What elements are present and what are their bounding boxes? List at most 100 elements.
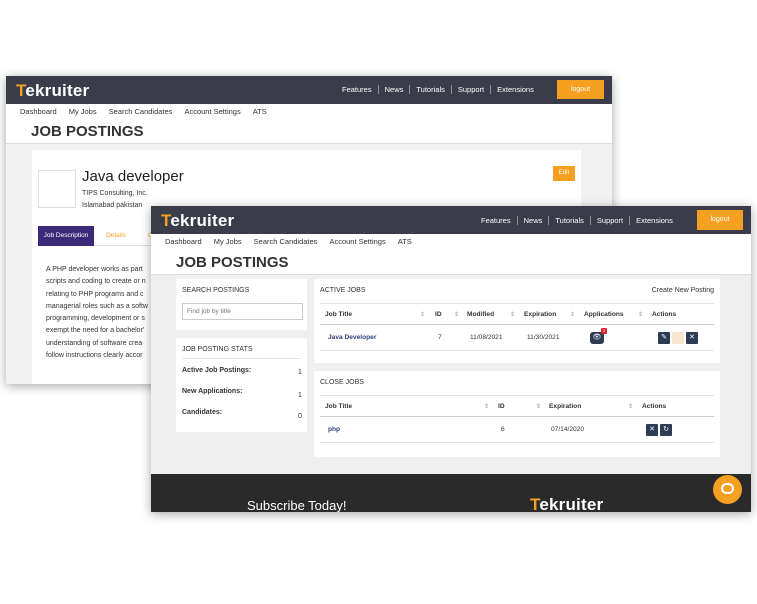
col-modified: Modified (467, 311, 495, 318)
subscribe-heading: Subscribe Today! (247, 498, 347, 512)
front-page-title: JOB POSTINGS (176, 254, 289, 271)
chat-bubble-icon (721, 483, 734, 494)
back-logo-rest: ekruiter (25, 81, 90, 100)
front-window: Tekruiter Features News Tutorials Suppor… (151, 206, 751, 512)
description-line: exempt the need for a bachelor' (46, 327, 145, 335)
sort-icon[interactable]: ⇕ (628, 403, 633, 410)
back-nav-tutorials[interactable]: Tutorials (410, 85, 452, 94)
back-edit-button[interactable]: Edit (553, 166, 575, 181)
back-logo-t: T (16, 81, 26, 100)
col-expiration: Expiration (524, 311, 557, 318)
close-jobs-title: CLOSE JOBS (320, 379, 364, 386)
front-logout-button[interactable]: logout (697, 210, 743, 230)
search-postings-title: SEARCH POSTINGS (182, 287, 250, 294)
back-nav-features[interactable]: Features (336, 85, 379, 94)
close-jobs-card: CLOSE JOBS Job Title ⇕ ID ⇕ Expiration ⇕… (314, 371, 720, 457)
back-page-header: JOB POSTINGS (6, 120, 612, 144)
front-subnav-ats[interactable]: ATS (398, 234, 412, 250)
back-logo: Tekruiter (16, 81, 89, 101)
active-job-modified: 11/08/2021 (470, 334, 503, 341)
description-line: understanding of software crea (46, 339, 143, 347)
description-line: scripts and coding to create or n (46, 278, 146, 286)
back-subnav-ats[interactable]: ATS (253, 104, 267, 120)
sort-icon[interactable]: ⇕ (420, 311, 425, 318)
search-postings-card: SEARCH POSTINGS (176, 279, 307, 330)
front-subnav-my-jobs[interactable]: My Jobs (214, 234, 242, 250)
back-logout-button[interactable]: logout (557, 80, 604, 99)
back-description: A PHP developer works as part scripts an… (46, 264, 148, 362)
active-job-id: 7 (438, 334, 442, 341)
footer-logo: Tekruiter (530, 495, 603, 512)
col-actions: Actions (652, 311, 677, 318)
col-id: ID (435, 311, 442, 318)
sort-icon[interactable]: ⇕ (454, 311, 459, 318)
back-subnav-my-jobs[interactable]: My Jobs (69, 104, 97, 120)
stat-active-value: 1 (298, 369, 302, 376)
sort-icon[interactable]: ⇕ (570, 311, 575, 318)
active-job-title-link[interactable]: Java Developer (328, 334, 376, 341)
back-nav-news[interactable]: News (379, 85, 411, 94)
col-applications: Applications (584, 311, 624, 318)
tab-details[interactable]: Details (94, 226, 138, 246)
active-job-expiration: 11/30/2021 (527, 334, 560, 341)
search-input[interactable] (182, 303, 303, 320)
close-job-button[interactable]: ✕ (686, 332, 698, 344)
footer-logo-t: T (530, 495, 540, 512)
applications-badge: 1 (601, 328, 607, 334)
reopen-job-button[interactable]: ↻ (660, 424, 672, 436)
description-line: programming, development or s (46, 315, 145, 323)
active-jobs-card: ACTIVE JOBS Create New Posting Job Title… (314, 279, 720, 363)
job-posting-stats-card: JOB POSTING STATS Active Job Postings: 1… (176, 338, 307, 432)
footer: Subscribe Today! Tekruiter (151, 474, 751, 512)
front-page-header: JOB POSTINGS (151, 250, 751, 275)
front-logo: Tekruiter (161, 211, 234, 231)
col-expiration: Expiration (549, 403, 582, 410)
tab-job-description[interactable]: Job Description (38, 226, 94, 246)
front-nav-extensions[interactable]: Extensions (630, 216, 679, 225)
back-job-title: Java developer (82, 168, 184, 185)
back-nav-support[interactable]: Support (452, 85, 492, 94)
stat-applications-label: New Applications: (182, 388, 243, 395)
closed-job-expiration: 07/14/2020 (551, 426, 585, 433)
front-nav-features[interactable]: Features (475, 216, 518, 225)
stat-applications-value: 1 (298, 392, 302, 399)
closed-job-title-link[interactable]: php (328, 426, 340, 433)
stat-active-label: Active Job Postings: (182, 367, 252, 374)
back-topbar: Tekruiter Features News Tutorials Suppor… (6, 76, 612, 104)
sort-icon[interactable]: ⇕ (638, 311, 643, 318)
front-nav-support[interactable]: Support (591, 216, 631, 225)
back-subnav-search-candidates[interactable]: Search Candidates (109, 104, 173, 120)
sort-icon[interactable]: ⇕ (510, 311, 515, 318)
col-job-title: Job Title (325, 311, 352, 318)
back-subnav-dashboard[interactable]: Dashboard (20, 104, 57, 120)
stats-divider (182, 358, 301, 359)
footer-logo-rest: ekruiter (539, 495, 604, 512)
back-nav-extensions[interactable]: Extensions (491, 85, 540, 94)
front-nav-tutorials[interactable]: Tutorials (549, 216, 591, 225)
front-subnav-dashboard[interactable]: Dashboard (165, 234, 202, 250)
create-new-posting-link[interactable]: Create New Posting (652, 287, 714, 294)
front-subnav-account-settings[interactable]: Account Settings (329, 234, 385, 250)
active-jobs-title: ACTIVE JOBS (320, 287, 366, 294)
table-row: php 6 07/14/2020 ✕ ↻ (320, 417, 714, 443)
sort-icon[interactable]: ⇕ (536, 403, 541, 410)
chat-button[interactable] (713, 475, 742, 504)
back-company: TIPS Consulting, Inc. (82, 190, 148, 197)
front-nav-news[interactable]: News (518, 216, 550, 225)
col-id: ID (498, 403, 505, 410)
table-row: Java Developer 7 11/08/2021 11/30/2021 👁… (320, 325, 714, 351)
sort-icon[interactable]: ⇕ (484, 403, 489, 410)
col-actions: Actions (642, 403, 667, 410)
closed-job-id: 6 (501, 426, 505, 433)
edit-job-button[interactable]: ✎ (658, 332, 670, 344)
active-jobs-header: Job Title ⇕ ID ⇕ Modified ⇕ Expiration ⇕… (320, 303, 714, 325)
delete-job-button[interactable]: ✕ (646, 424, 658, 436)
description-line: managerial roles such as a softw (46, 302, 148, 310)
back-subnav-account-settings[interactable]: Account Settings (184, 104, 240, 120)
action-placeholder[interactable] (672, 332, 684, 344)
company-logo-placeholder (38, 170, 76, 208)
description-line: A PHP developer works as part (46, 266, 143, 273)
front-subnav-search-candidates[interactable]: Search Candidates (254, 234, 318, 250)
back-nav: Features News Tutorials Support Extensio… (336, 85, 540, 94)
back-page-title: JOB POSTINGS (31, 123, 144, 140)
